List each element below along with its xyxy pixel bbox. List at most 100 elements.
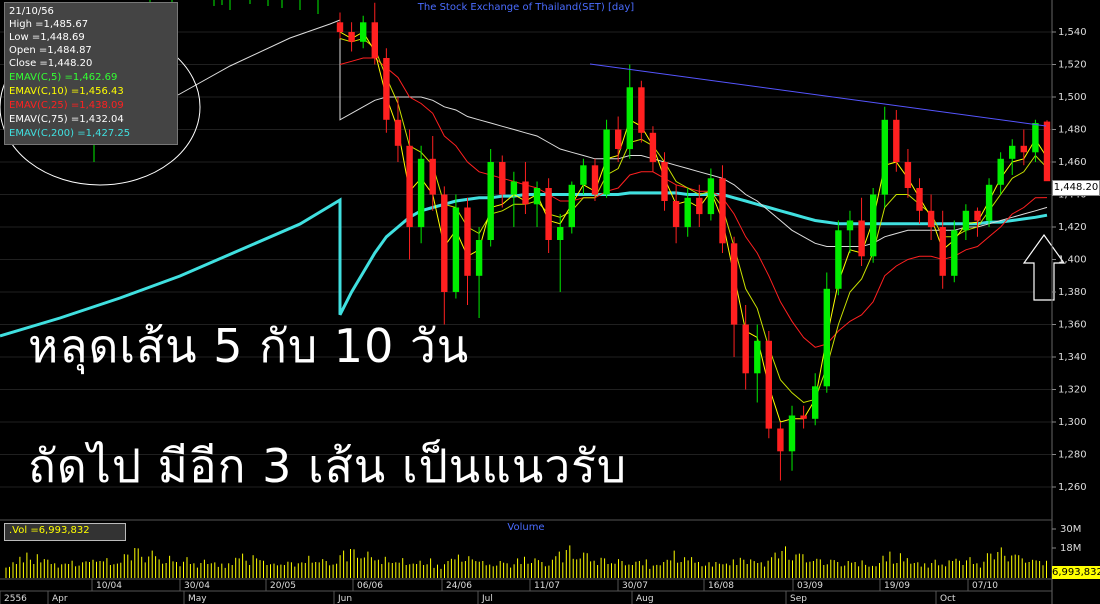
y-tick-label: 1,520 <box>1058 60 1087 71</box>
volume-info-panel: .Vol =6,993,832 <box>4 523 126 541</box>
candle-body <box>1043 121 1051 182</box>
y-tick-label: 1,460 <box>1058 157 1087 168</box>
candle-body <box>672 201 680 227</box>
candle-body <box>962 210 970 231</box>
candle-body <box>951 230 958 276</box>
candle-body <box>545 188 552 240</box>
candle-body <box>916 188 923 211</box>
candle-body <box>754 340 761 374</box>
candle-body <box>649 132 657 163</box>
candle-body <box>742 324 749 374</box>
candle-body <box>835 230 842 289</box>
candle-body <box>858 220 865 257</box>
candle-body <box>765 340 772 429</box>
volume-title: Volume <box>507 522 544 533</box>
candle-body <box>777 428 784 452</box>
y-tick-label: 1,260 <box>1058 482 1087 493</box>
candle-body <box>974 210 981 221</box>
candle-body <box>985 184 993 221</box>
y-tick-label: 1,480 <box>1058 125 1087 136</box>
y-tick-label: 1,280 <box>1058 450 1087 461</box>
candle-body <box>615 129 622 149</box>
candle-body <box>510 181 518 195</box>
volume-tick-label: 18M <box>1060 543 1081 554</box>
x-axis: 10/04 30/04 20/05 06/06 24/06 11/07 30/07 16/08… <box>0 578 1052 604</box>
candle-body <box>719 178 726 244</box>
x-month-label: Jul <box>481 594 493 604</box>
y-tick-label: 1,380 <box>1058 287 1087 298</box>
candle-body <box>730 243 738 325</box>
x-date-label: 30/04 <box>184 581 210 591</box>
ema75-line <box>177 19 1048 247</box>
candle-body <box>846 220 854 231</box>
candle-body <box>371 22 378 59</box>
candle-body <box>684 197 691 228</box>
candle-body <box>927 210 935 228</box>
annotation-line-2: ถัดไป มีอีก 3 เส้น เป็นแนวรับ <box>28 439 628 493</box>
volume-price-tag: 6,993,832 <box>1052 566 1100 579</box>
candle-body <box>638 87 645 133</box>
candle-body <box>429 158 436 195</box>
candle-body <box>360 22 367 42</box>
candle-body <box>626 87 633 150</box>
candle-body <box>464 207 471 276</box>
close-price-tag: 1,448.20 <box>1052 180 1100 196</box>
candle-body <box>487 162 494 240</box>
candle-body <box>417 158 425 228</box>
y-tick-label: 1,300 <box>1058 417 1087 428</box>
info-emav200: EMAV(C,200) =1,427.25 <box>9 128 131 139</box>
volume-value: .Vol =6,993,832 <box>9 525 90 536</box>
candle-body <box>441 194 448 292</box>
x-date-label: 06/06 <box>357 581 383 591</box>
info-panel: 21/10/56 High =1,485.67 Low =1,448.69 Op… <box>4 2 178 145</box>
candle-body <box>823 288 830 387</box>
x-date-label: 16/08 <box>708 581 734 591</box>
info-emav10: EMAV(C,10) =1,456.43 <box>9 86 124 97</box>
y-axis: 1,5401,5201,5001,4801,4601,4401,4201,400… <box>1051 0 1087 604</box>
chart-title: The Stock Exchange of Thailand(SET) [day… <box>417 2 634 13</box>
info-close: Close =1,448.20 <box>9 58 93 69</box>
candle-body <box>881 119 888 195</box>
candle-body <box>603 129 610 195</box>
y-tick-label: 1,540 <box>1058 27 1087 38</box>
candle-body <box>406 145 413 228</box>
candle-body <box>452 207 460 292</box>
info-emav25: EMAV(C,25) =1,438.09 <box>9 100 124 111</box>
info-low: Low =1,448.69 <box>9 32 85 43</box>
candle-body <box>336 22 344 33</box>
candle-body <box>870 194 877 257</box>
candle-body <box>1020 145 1027 153</box>
chart-window: The Stock Exchange of Thailand(SET) [day… <box>0 0 1100 604</box>
y-tick-label: 1,320 <box>1058 385 1087 396</box>
candle-body <box>696 197 703 215</box>
x-month-label: Jun <box>337 594 352 604</box>
x-date-label: 07/10 <box>972 581 998 591</box>
trendline <box>589 63 1047 127</box>
candle-body <box>1009 145 1016 159</box>
x-month-label: 2556 <box>4 594 27 604</box>
candle-body <box>533 188 541 205</box>
y-tick-label: 1,500 <box>1058 92 1087 103</box>
x-date-label: 11/07 <box>534 581 560 591</box>
x-month-label: May <box>188 594 207 604</box>
candle-body <box>475 240 483 276</box>
y-tick-label: 1,400 <box>1058 255 1087 266</box>
x-month-label: Aug <box>636 594 654 604</box>
x-date-label: 20/05 <box>270 581 296 591</box>
candle-body <box>394 119 402 146</box>
candle-body <box>580 165 587 185</box>
x-month-label: Oct <box>940 594 956 604</box>
volume-tick-label: 30M <box>1060 524 1081 535</box>
info-emav75: EMAV(C,75) =1,432.04 <box>9 114 124 125</box>
y-tick-label: 1,340 <box>1058 352 1087 363</box>
x-date-label: 03/09 <box>797 581 823 591</box>
candle-body <box>661 162 668 201</box>
candle-body <box>812 386 819 419</box>
x-date-label: 19/09 <box>884 581 910 591</box>
y-tick-label: 1,420 <box>1058 222 1087 233</box>
candle-body <box>522 181 529 205</box>
x-month-label: Sep <box>790 594 807 604</box>
candle-body <box>383 58 390 120</box>
annotation-line-1: หลุดเส้น 5 กับ 10 วัน <box>28 319 470 373</box>
info-emav5: EMAV(C,5) =1,462.69 <box>9 72 118 83</box>
